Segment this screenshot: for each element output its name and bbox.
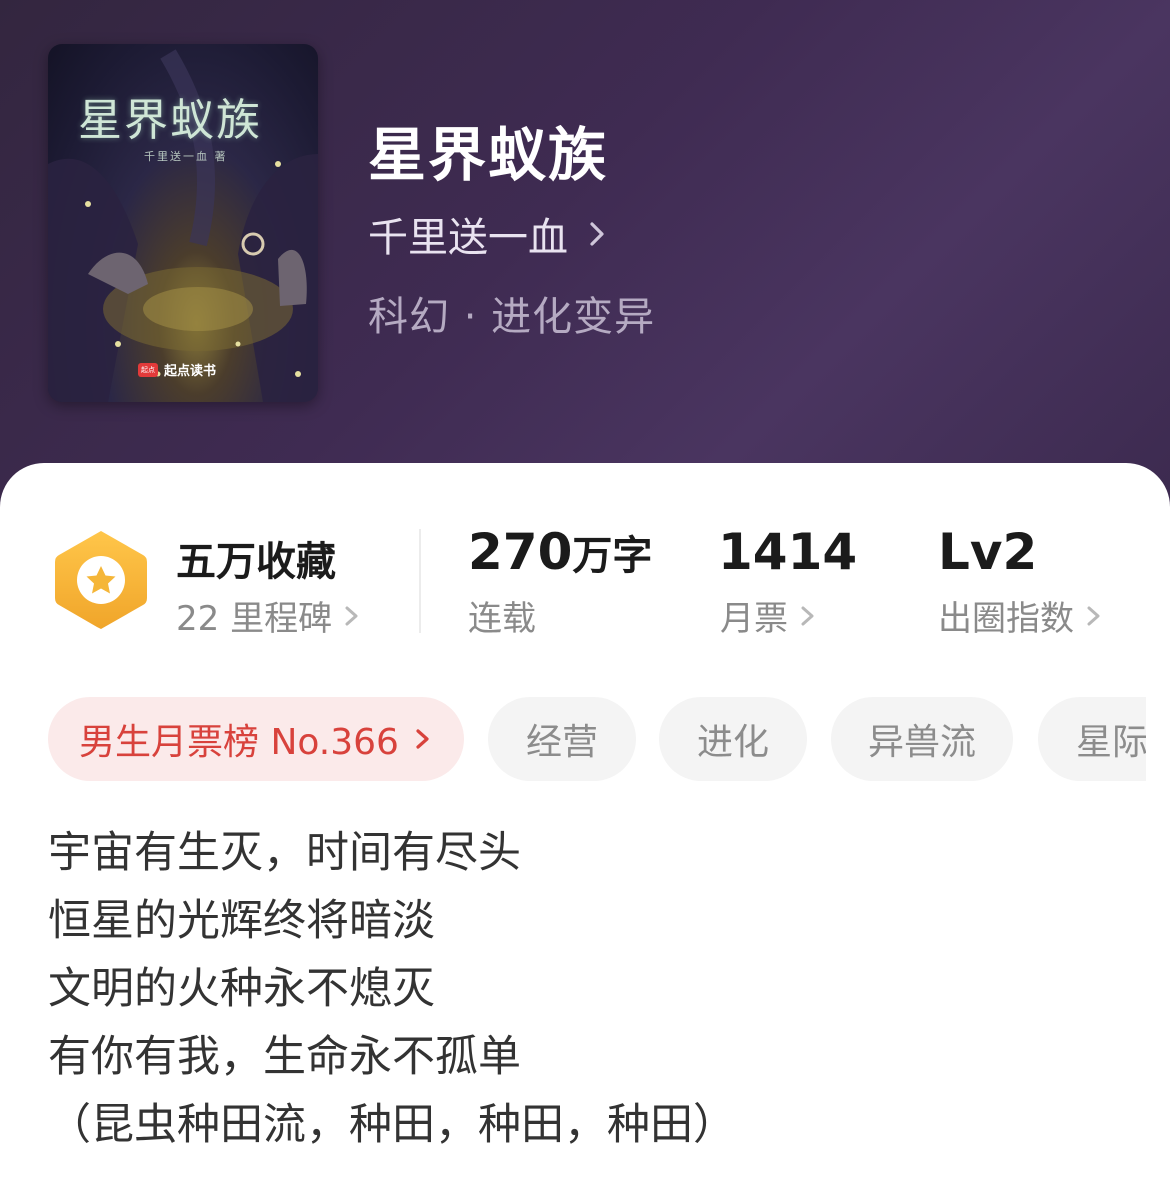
book-info-card: 五万收藏 22 里程碑 270万字 连载 1414 月票 Lv2 出圈指数 男生… [0,463,1170,1178]
collect-label: 五万收藏 [176,539,336,585]
book-title: 星界蚁族 [368,121,609,189]
cover-brand: 起点 起点读书 [138,360,216,379]
popularity-index-label: 出圈指数 [938,599,1074,639]
monthly-votes-link[interactable]: 月票 [720,591,818,640]
stats-divider [419,529,421,633]
chevron-right-icon [1087,606,1100,625]
serial-status: 连载 [468,591,536,640]
book-detail-page: 星界蚁族 千里送一血 著 起点 起点读书 星界蚁族 千里送一血 科幻 · 进化变… [0,0,1170,1178]
chevron-right-icon [416,729,429,749]
monthly-votes-value: 1414 [718,523,858,581]
author-link[interactable]: 千里送一血 [368,205,612,263]
synopsis-line: 有你有我，生命永不孤单 [48,1032,521,1082]
book-cover[interactable]: 星界蚁族 千里送一血 著 起点 起点读书 [48,44,318,402]
cover-subtitle: 千里送一血 著 [144,150,228,163]
stats-row: 五万收藏 22 里程碑 270万字 连载 1414 月票 Lv2 出圈指数 [0,463,1170,663]
word-count: 270万字 [468,523,652,581]
chevron-right-icon [590,222,604,246]
milestone-label: 22 里程碑 [176,599,333,639]
tag-chip[interactable]: 经营 [488,697,636,781]
popularity-level: Lv2 [938,523,1038,581]
popularity-index-link[interactable]: 出圈指数 [938,591,1104,640]
word-count-unit: 万字 [572,533,653,579]
milestone-link[interactable]: 22 里程碑 [176,591,362,640]
qidian-logo-icon: 起点 [138,362,158,377]
author-name: 千里送一血 [368,215,568,261]
chevron-right-icon [801,606,814,625]
word-count-value: 270 [468,523,573,581]
synopsis-line: （昆虫种田流，种田，种田，种田） [48,1100,736,1150]
tag-chip[interactable]: 进化 [659,697,807,781]
tag-label: 经营 [525,722,598,763]
cover-brand-text: 起点读书 [164,364,217,379]
book-genre: 科幻 · 进化变异 [368,294,656,340]
serial-status-label: 连载 [468,599,536,639]
chevron-right-icon [345,606,358,625]
monthly-votes-label: 月票 [720,599,788,639]
tag-label: 异兽流 [867,722,976,763]
rank-tag-label: 男生月票榜 No.366 [79,722,399,763]
star-medal-icon [55,531,147,629]
tag-chip[interactable]: 异兽流 [831,697,1013,781]
tag-row: 男生月票榜 No.366 经营 进化 异兽流 星际 [48,697,1146,783]
tag-chip[interactable]: 星际 [1038,697,1146,781]
synopsis-line: 文明的火种永不熄灭 [48,964,435,1014]
synopsis-line: 宇宙有生灭，时间有尽头 [48,828,521,878]
rank-tag[interactable]: 男生月票榜 No.366 [48,697,464,781]
tag-label: 进化 [696,722,769,763]
tag-label: 星际 [1076,722,1146,763]
book-synopsis: 宇宙有生灭，时间有尽头 恒星的光辉终将暗淡 文明的火种永不熄灭 有你有我，生命永… [48,819,736,1159]
synopsis-line: 恒星的光辉终将暗淡 [48,896,435,946]
book-header: 星界蚁族 千里送一血 著 起点 起点读书 星界蚁族 千里送一血 科幻 · 进化变… [0,0,1170,520]
cover-title: 星界蚁族 [78,95,262,146]
